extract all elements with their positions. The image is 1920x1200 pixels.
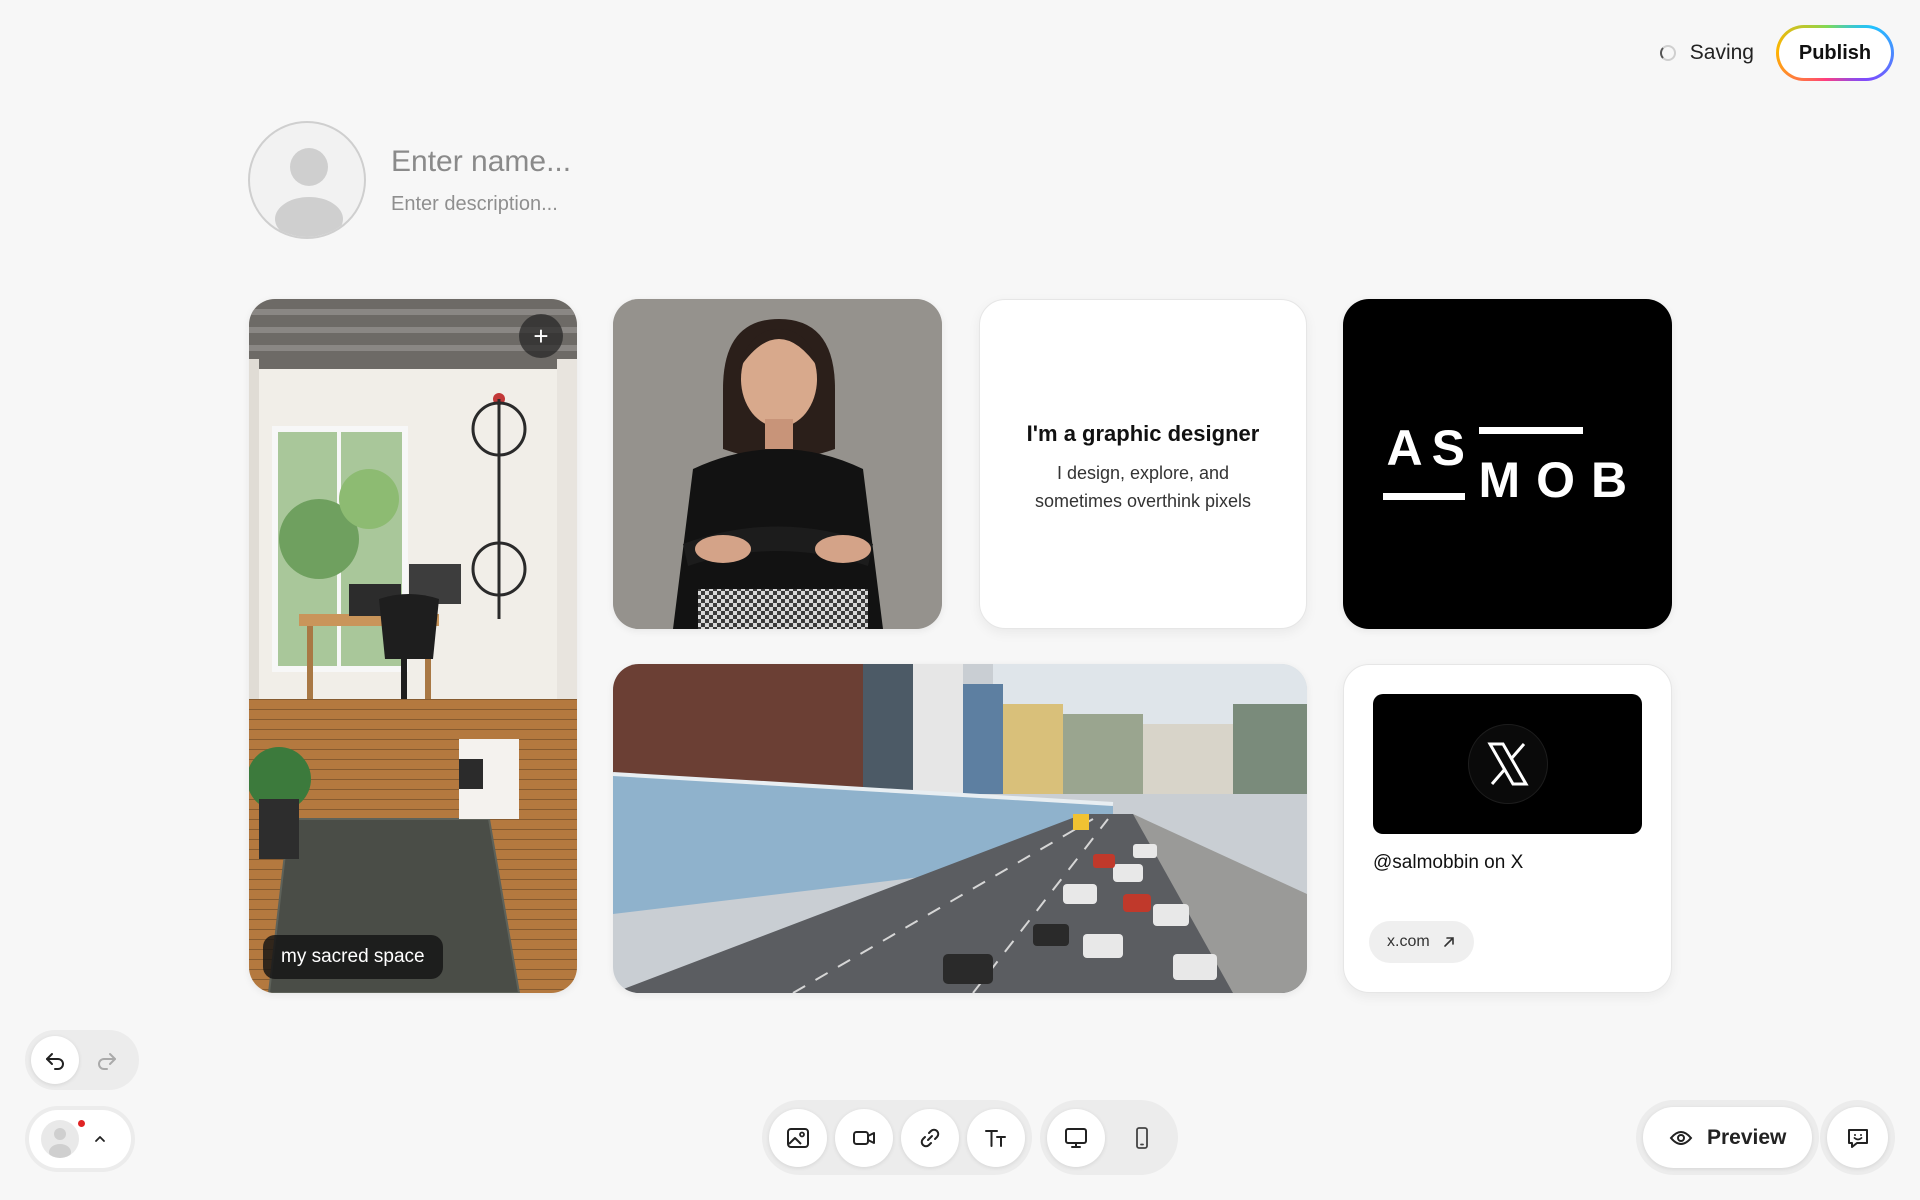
logo-bar-bottom <box>1382 493 1465 500</box>
add-button[interactable]: + <box>519 314 563 358</box>
bio-title: I'm a graphic designer <box>1026 421 1260 446</box>
bio-body-line-2: sometimes overthink pixels <box>1034 491 1252 511</box>
desktop-view-button[interactable] <box>1047 1108 1105 1167</box>
link-icon <box>920 1128 940 1147</box>
feedback-button[interactable] <box>1827 1107 1888 1168</box>
eye-icon <box>1669 1130 1693 1145</box>
portrait-photo <box>613 299 942 629</box>
content-type-group <box>762 1100 1032 1175</box>
mobile-icon <box>1136 1126 1148 1149</box>
add-text-button[interactable] <box>967 1108 1025 1167</box>
preview-label: Preview <box>1707 1125 1787 1149</box>
profile-header: Enter name... Enter description... <box>248 121 571 239</box>
desktop-icon <box>1065 1127 1087 1148</box>
top-bar: Saving Publish <box>1659 25 1894 81</box>
x-link-label: x.com <box>1387 933 1430 950</box>
name-input[interactable]: Enter name... <box>391 145 571 179</box>
asmob-logo: AS MOB <box>1382 419 1633 509</box>
logo-text-as: AS <box>1386 420 1474 476</box>
portrait-photo-card[interactable] <box>613 299 942 629</box>
logo-text-mob: MOB <box>1478 452 1644 508</box>
room-photo <box>249 299 577 993</box>
x-link-button[interactable]: x.com <box>1369 921 1474 963</box>
notification-dot <box>76 1118 87 1129</box>
x-handle: @salmobbin on X <box>1373 852 1524 873</box>
editor-page: Saving Publish Enter name... Enter descr… <box>0 0 1920 1200</box>
description-input[interactable]: Enter description... <box>391 193 571 216</box>
x-logo-badge <box>1467 724 1548 804</box>
saving-status: Saving <box>1659 41 1754 65</box>
publish-button[interactable]: Publish <box>1779 28 1891 78</box>
profile-avatar[interactable] <box>248 121 366 239</box>
add-content-toolbar <box>762 1100 1178 1175</box>
video-icon <box>853 1130 875 1145</box>
chevron-up-icon <box>95 1136 105 1142</box>
text-icon <box>985 1129 1006 1147</box>
account-avatar <box>41 1120 79 1158</box>
bio-text-card[interactable]: I'm a graphic designer I design, explore… <box>979 299 1307 629</box>
redo-button[interactable] <box>83 1036 131 1084</box>
bio-body: I design, explore, and sometimes overthi… <box>1035 459 1251 515</box>
preview-button[interactable]: Preview <box>1643 1107 1813 1168</box>
publish-button-border: Publish <box>1776 25 1894 81</box>
bio-text-content: I'm a graphic designer I design, explore… <box>980 300 1306 628</box>
add-image-button[interactable] <box>769 1108 827 1167</box>
x-logo-icon <box>1486 742 1529 786</box>
redo-icon <box>98 1053 116 1070</box>
add-link-button[interactable] <box>901 1108 959 1167</box>
feedback-group <box>1820 1100 1895 1175</box>
bio-body-line-1: I design, explore, and <box>1056 463 1230 483</box>
room-photo-card[interactable]: + my sacred space <box>249 299 577 993</box>
x-link-card[interactable]: @salmobbin on X x.com <box>1343 664 1672 993</box>
history-controls <box>25 1030 139 1090</box>
account-menu[interactable] <box>25 1106 135 1172</box>
add-video-button[interactable] <box>835 1108 893 1167</box>
x-thumbnail <box>1373 694 1642 834</box>
logo-card[interactable]: AS MOB <box>1343 299 1672 629</box>
image-icon <box>787 1127 809 1148</box>
logo-wrap: AS MOB <box>1343 299 1672 629</box>
city-photo <box>613 664 1307 993</box>
spinner-icon <box>1659 45 1676 61</box>
user-icon <box>49 1128 71 1158</box>
photo-caption[interactable]: my sacred space <box>263 935 443 979</box>
saving-label: Saving <box>1689 41 1754 64</box>
account-menu-button[interactable] <box>29 1110 131 1168</box>
mobile-view-button[interactable] <box>1113 1109 1171 1167</box>
preview-group: Preview <box>1636 1100 1820 1175</box>
profile-text: Enter name... Enter description... <box>391 145 571 216</box>
chat-smile-icon <box>1847 1128 1868 1148</box>
undo-icon <box>46 1053 64 1070</box>
user-placeholder-icon <box>275 148 343 237</box>
arrow-up-right-icon <box>1443 937 1454 947</box>
logo-bar-top <box>1478 427 1583 434</box>
city-photo-card[interactable] <box>613 664 1307 993</box>
undo-button[interactable] <box>31 1036 79 1084</box>
device-toggle-group <box>1040 1100 1178 1175</box>
